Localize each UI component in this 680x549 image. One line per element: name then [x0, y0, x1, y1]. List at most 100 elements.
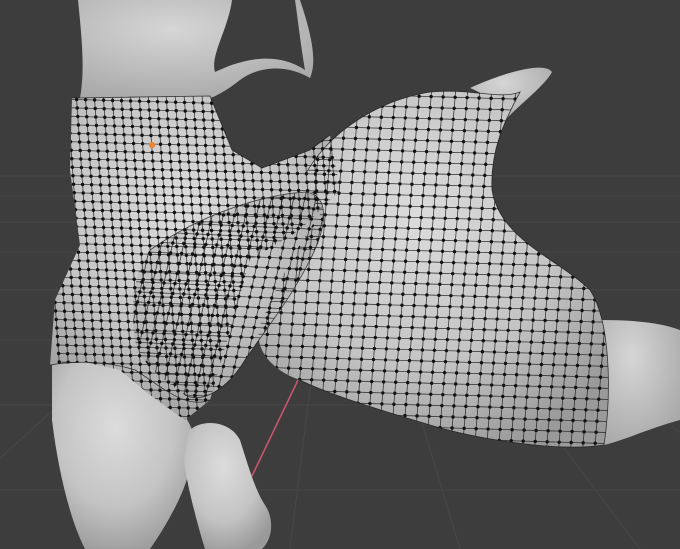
mesh-vertex[interactable]	[558, 429, 562, 433]
mesh-vertex[interactable]	[182, 342, 186, 347]
mesh-vertex[interactable]	[580, 308, 584, 313]
mesh-vertex[interactable]	[429, 94, 433, 99]
mesh-vertex[interactable]	[475, 416, 479, 420]
mesh-vertex[interactable]	[583, 419, 587, 423]
mesh-vertex[interactable]	[534, 428, 538, 433]
mesh-vertex[interactable]	[193, 343, 197, 347]
mesh-vertex[interactable]	[333, 235, 338, 239]
mesh-vertex[interactable]	[179, 177, 183, 181]
mesh-vertex[interactable]	[59, 131, 63, 135]
mesh-vertex[interactable]	[565, 198, 569, 202]
mesh-vertex[interactable]	[69, 275, 73, 280]
mesh-vertex[interactable]	[118, 328, 122, 332]
mesh-vertex[interactable]	[538, 373, 543, 378]
mesh-vertex[interactable]	[64, 207, 69, 212]
mesh-vertex[interactable]	[144, 260, 149, 264]
mesh-vertex[interactable]	[562, 374, 567, 378]
mesh-vertex[interactable]	[336, 113, 340, 117]
mesh-vertex[interactable]	[613, 200, 616, 203]
mesh-vertex[interactable]	[461, 437, 465, 442]
mesh-vertex[interactable]	[606, 133, 610, 137]
mesh-vertex[interactable]	[124, 158, 128, 162]
mesh-vertex[interactable]	[131, 260, 135, 264]
mesh-vertex[interactable]	[241, 170, 246, 174]
mesh-vertex[interactable]	[427, 116, 431, 121]
mesh-vertex[interactable]	[496, 461, 499, 464]
mesh-vertex[interactable]	[367, 115, 371, 119]
mesh-vertex[interactable]	[466, 382, 470, 387]
mesh-vertex[interactable]	[234, 195, 238, 199]
mesh-vertex[interactable]	[55, 207, 60, 211]
mesh-vertex[interactable]	[115, 158, 119, 162]
mesh-vertex[interactable]	[204, 279, 208, 283]
mesh-vertex[interactable]	[586, 375, 591, 379]
mesh-vertex[interactable]	[75, 233, 79, 237]
mesh-vertex[interactable]	[221, 390, 225, 394]
mesh-vertex[interactable]	[101, 98, 106, 102]
mesh-vertex[interactable]	[499, 273, 503, 277]
mesh-vertex[interactable]	[278, 188, 283, 192]
mesh-vertex[interactable]	[374, 181, 378, 185]
mesh-vertex[interactable]	[355, 258, 360, 262]
mesh-vertex[interactable]	[133, 294, 138, 298]
mesh-vertex[interactable]	[400, 446, 404, 450]
mesh-vertex[interactable]	[408, 347, 413, 352]
mesh-vertex[interactable]	[85, 250, 90, 255]
mesh-vertex[interactable]	[526, 373, 531, 377]
mesh-vertex[interactable]	[177, 261, 182, 266]
mesh-vertex[interactable]	[116, 183, 121, 188]
mesh-vertex[interactable]	[148, 116, 152, 121]
mesh-vertex[interactable]	[86, 132, 90, 136]
mesh-vertex[interactable]	[323, 436, 326, 439]
mesh-vertex[interactable]	[70, 157, 74, 161]
mesh-vertex[interactable]	[427, 271, 431, 275]
mesh-vertex[interactable]	[233, 425, 236, 428]
3d-viewport[interactable]	[0, 0, 680, 549]
mesh-vertex[interactable]	[326, 180, 330, 184]
mesh-vertex[interactable]	[532, 462, 535, 465]
mesh-vertex[interactable]	[532, 164, 536, 168]
mesh-vertex[interactable]	[168, 301, 173, 306]
mesh-vertex[interactable]	[263, 357, 268, 361]
mesh-vertex[interactable]	[556, 308, 560, 312]
mesh-vertex[interactable]	[267, 465, 270, 468]
mesh-vertex[interactable]	[535, 263, 540, 267]
mesh-vertex[interactable]	[573, 99, 577, 103]
mesh-vertex[interactable]	[314, 427, 317, 430]
mesh-vertex[interactable]	[392, 248, 397, 252]
mesh-vertex[interactable]	[577, 198, 581, 202]
mesh-vertex[interactable]	[177, 151, 181, 155]
mesh-vertex[interactable]	[286, 366, 291, 370]
mesh-vertex[interactable]	[444, 348, 449, 353]
mesh-vertex[interactable]	[270, 397, 274, 400]
mesh-vertex[interactable]	[125, 302, 129, 307]
mesh-vertex[interactable]	[428, 403, 432, 407]
mesh-vertex[interactable]	[226, 344, 230, 349]
mesh-vertex[interactable]	[150, 150, 154, 155]
mesh-vertex[interactable]	[171, 241, 175, 245]
mesh-vertex[interactable]	[177, 362, 182, 367]
mesh-vertex[interactable]	[81, 191, 85, 195]
mesh-vertex[interactable]	[205, 169, 210, 173]
mesh-vertex[interactable]	[549, 98, 553, 102]
mesh-vertex[interactable]	[479, 217, 483, 222]
mesh-vertex[interactable]	[214, 161, 218, 165]
mesh-vertex[interactable]	[178, 168, 183, 172]
mesh-vertex[interactable]	[122, 268, 127, 273]
mesh-vertex[interactable]	[557, 297, 561, 301]
mesh-vertex[interactable]	[256, 305, 261, 310]
mesh-vertex[interactable]	[166, 380, 171, 384]
mesh-vertex[interactable]	[454, 371, 459, 375]
mesh-vertex[interactable]	[302, 401, 307, 405]
mesh-vertex[interactable]	[115, 166, 120, 171]
mesh-vertex[interactable]	[259, 416, 263, 420]
mesh-vertex[interactable]	[544, 164, 548, 168]
mesh-vertex[interactable]	[542, 329, 546, 334]
mesh-vertex[interactable]	[572, 110, 576, 114]
mesh-vertex[interactable]	[598, 375, 603, 379]
mesh-vertex[interactable]	[454, 382, 458, 386]
mesh-vertex[interactable]	[328, 147, 333, 151]
mesh-vertex[interactable]	[135, 300, 140, 304]
mesh-vertex[interactable]	[330, 125, 335, 129]
mesh-vertex[interactable]	[533, 439, 537, 444]
